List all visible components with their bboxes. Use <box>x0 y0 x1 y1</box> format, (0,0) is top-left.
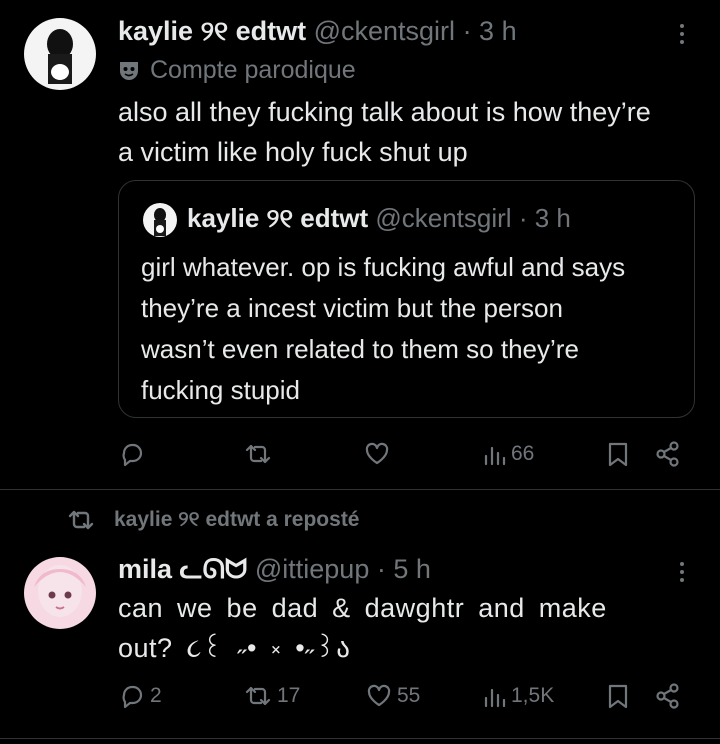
share-icon <box>656 683 679 709</box>
like-button[interactable] <box>363 440 395 468</box>
timestamp[interactable]: · 3 h <box>463 16 517 46</box>
repost-icon <box>245 686 271 706</box>
more-icon[interactable] <box>680 24 684 44</box>
handle[interactable]: @ckentsgirl <box>314 16 455 46</box>
tweet-text: also all they fucking talk about is how … <box>118 97 651 167</box>
tweet-text: can we be dad & dawghtr and make out? ૮꒰… <box>118 593 607 663</box>
repost-button[interactable]: 17 <box>243 682 300 710</box>
views-icon <box>484 446 506 466</box>
bookmark-icon <box>608 684 628 709</box>
avatar[interactable] <box>24 557 96 629</box>
timestamp[interactable]: · 5 h <box>377 554 431 584</box>
share-button[interactable] <box>654 440 682 468</box>
views-icon <box>484 688 506 708</box>
repost-banner[interactable]: kaylie ୨୧ edtwt a reposté <box>66 506 360 534</box>
repost-count: 17 <box>277 684 301 707</box>
bookmark-button[interactable] <box>606 682 630 710</box>
share-icon <box>656 441 679 467</box>
reply-count: 2 <box>150 684 162 707</box>
quote-display-name[interactable]: kaylie ୨୧ edtwt <box>187 203 368 233</box>
quote-text: girl whatever. op is fucking awful and s… <box>141 252 626 405</box>
reply-button[interactable]: 2 <box>118 682 162 710</box>
like-button[interactable]: 55 <box>365 682 420 710</box>
quote-avatar <box>143 203 177 237</box>
views-button[interactable]: 1,5K <box>483 682 554 710</box>
heart-icon <box>367 684 391 707</box>
reply-icon <box>122 685 143 709</box>
bookmark-button[interactable] <box>606 440 630 468</box>
display-name[interactable]: kaylie ୨୧ edtwt <box>118 16 306 46</box>
views-count: 1,5K <box>511 684 555 707</box>
display-name[interactable]: mila ᓚᘏᗢ <box>118 554 247 584</box>
avatar[interactable] <box>24 18 96 90</box>
quote-card[interactable]: kaylie ୨୧ edtwt @ckentsgirl · 3 h girl w… <box>118 180 695 418</box>
repost-icon <box>245 444 271 464</box>
share-button[interactable] <box>654 682 682 710</box>
heart-icon <box>365 442 389 465</box>
more-icon[interactable] <box>680 562 684 582</box>
reply-button[interactable] <box>118 440 150 468</box>
quote-handle[interactable]: @ckentsgirl <box>375 203 511 233</box>
like-count: 55 <box>397 684 421 707</box>
handle[interactable]: @ittiepup <box>255 554 369 584</box>
bookmark-icon <box>608 442 628 467</box>
parody-badge: Compte parodique <box>118 56 356 85</box>
repost-icon <box>68 510 94 530</box>
divider <box>0 489 720 490</box>
mask-icon <box>120 61 138 80</box>
quote-timestamp[interactable]: · 3 h <box>519 203 571 233</box>
reply-icon <box>122 443 143 467</box>
views-button[interactable]: 66 <box>483 440 534 468</box>
divider <box>0 738 720 739</box>
repost-button[interactable] <box>243 440 277 468</box>
